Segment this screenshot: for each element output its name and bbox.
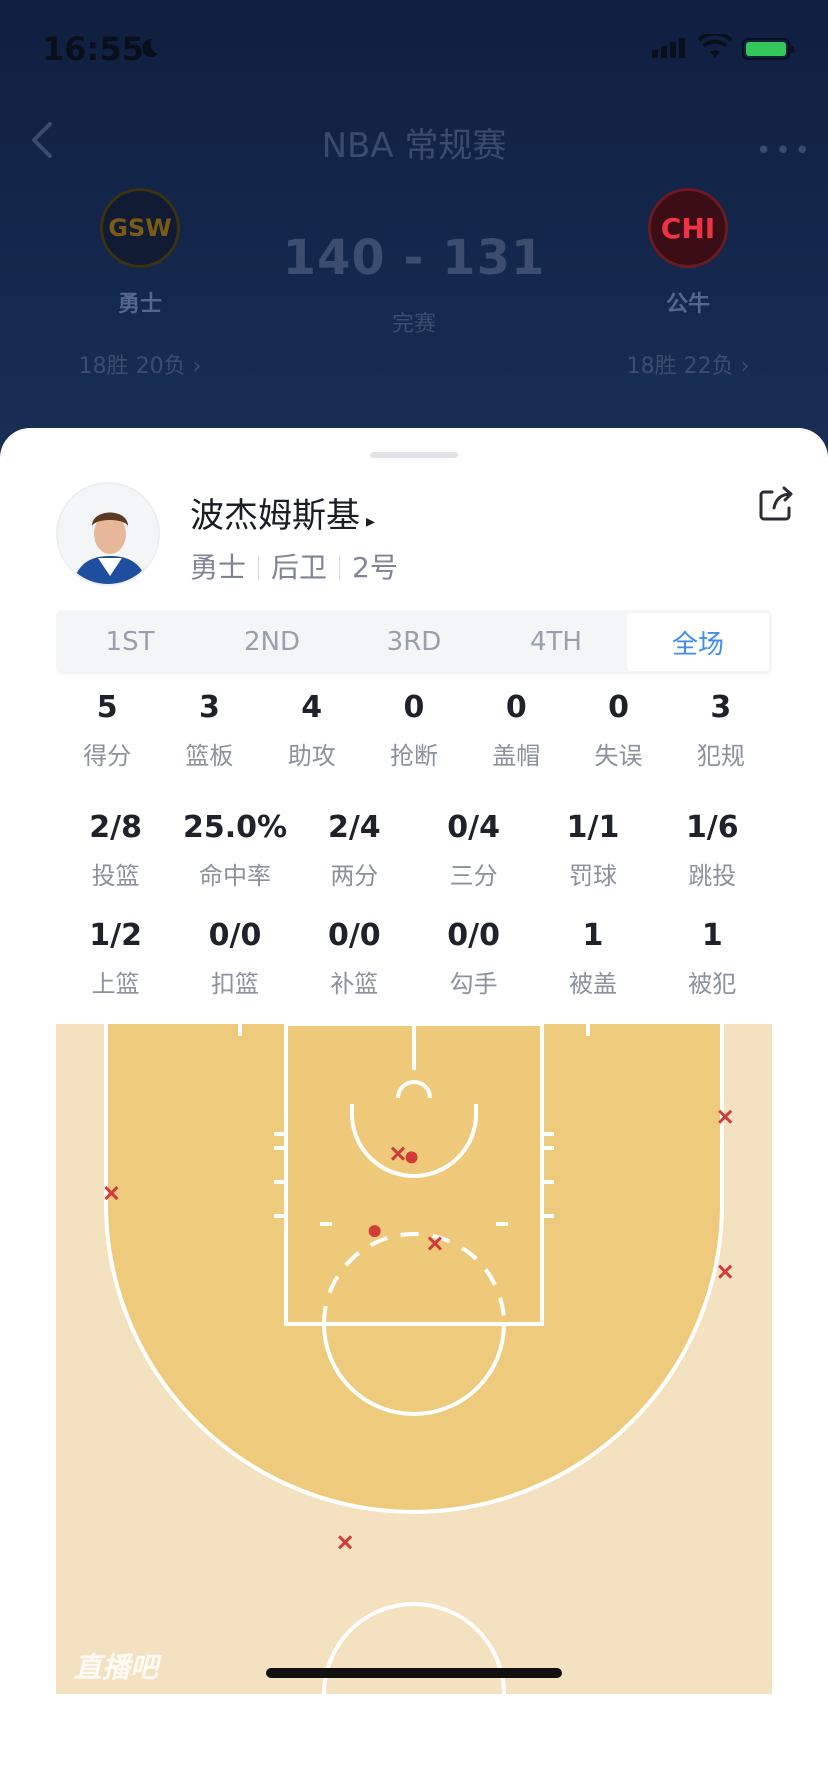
stat-fg: 2/8 投篮 — [89, 810, 143, 890]
status-bar: 16:55 — [0, 0, 828, 100]
player-arrow-icon: ▸ — [366, 511, 376, 532]
tab-1st[interactable]: 1ST — [59, 613, 201, 671]
home-indicator — [266, 1668, 562, 1678]
away-team-record[interactable]: 18胜 22负 › — [598, 348, 778, 380]
stat-steals: 0 抢断 — [389, 690, 438, 770]
player-photo — [58, 484, 158, 584]
bulls-logo: CHI — [648, 188, 728, 268]
tab-3rd[interactable]: 3RD — [343, 613, 485, 671]
period-tabs: 1ST 2ND 3RD 4TH 全场 — [56, 610, 772, 674]
match-title: NBA 常规赛 — [321, 126, 507, 166]
shooting-stats-row: 2/8 投篮 25.0% 命中率 2/4 两分 0/4 三分 1/1 罚球 1/6 跳投 — [56, 810, 772, 891]
stat-hook: 0/0 勾手 — [447, 918, 500, 998]
share-icon[interactable] — [756, 484, 796, 524]
tab-full-game[interactable]: 全场 — [627, 613, 769, 671]
stat-fg-pct: 25.0% 命中率 — [182, 810, 288, 890]
wifi-icon — [698, 34, 732, 58]
battery-icon — [742, 38, 794, 60]
basic-stats-row: 5 得分 3 篮板 4 助攻 0 抢断 0 盖帽 0 失误 3 犯规 — [56, 690, 772, 771]
away-team[interactable]: CHI 公牛 18胜 22负 › — [598, 188, 778, 380]
moon-icon — [142, 38, 158, 57]
status-time: 16:55 — [42, 30, 144, 68]
more-options-icon[interactable]: ••• — [756, 136, 814, 166]
stat-putback: 0/0 补篮 — [327, 918, 381, 998]
tab-4th[interactable]: 4TH — [485, 613, 627, 671]
signal-icon — [652, 38, 688, 58]
player-meta: 勇士 后卫 2号 — [190, 546, 398, 586]
shot-chart: 直播吧 — [56, 1022, 772, 1695]
stat-assists: 4 助攻 — [287, 690, 336, 770]
stat-rebounds: 3 篮板 — [185, 690, 234, 770]
player-name[interactable]: 波杰姆斯基 ▸ — [190, 488, 375, 537]
stat-jumper: 1/6 跳投 — [685, 810, 739, 890]
stat-2pt: 2/4 两分 — [327, 810, 381, 890]
stat-blocked: 1 被盖 — [568, 918, 617, 998]
stat-ft: 1/1 罚球 — [566, 810, 620, 890]
stat-fouled: 1 被犯 — [688, 918, 737, 998]
made-shot-marker — [405, 1151, 418, 1164]
home-team-record[interactable]: 18胜 20负 › — [50, 348, 230, 380]
stat-fouls: 3 犯规 — [696, 690, 745, 770]
stat-3pt: 0/4 三分 — [447, 810, 500, 890]
stat-layup: 1/2 上篮 — [89, 918, 143, 998]
player-avatar — [56, 482, 160, 586]
player-team: 勇士 — [190, 551, 247, 584]
stat-blocks: 0 盖帽 — [492, 690, 541, 770]
player-number: 2号 — [352, 551, 398, 584]
made-shot-marker — [368, 1225, 381, 1238]
player-stats-sheet: 波杰姆斯基 ▸ 勇士 后卫 2号 1ST 2ND 3RD 4TH 全场 5 得分 3 篮板… — [0, 428, 828, 1792]
stat-dunk: 0/0 扣篮 — [208, 918, 262, 998]
tab-2nd[interactable]: 2ND — [201, 613, 343, 671]
drag-handle[interactable] — [370, 452, 458, 458]
player-position: 后卫 — [271, 551, 328, 584]
basketball-court — [56, 1022, 772, 1695]
away-team-name: 公牛 — [665, 292, 710, 317]
stat-points: 5 得分 — [83, 690, 132, 770]
shot-type-stats-row: 1/2 上篮 0/0 扣篮 0/0 补篮 0/0 勾手 1 被盖 1 被犯 — [56, 918, 772, 999]
watermark-logo: 直播吧 — [74, 1651, 159, 1684]
stat-turnovers: 0 失误 — [594, 690, 643, 770]
